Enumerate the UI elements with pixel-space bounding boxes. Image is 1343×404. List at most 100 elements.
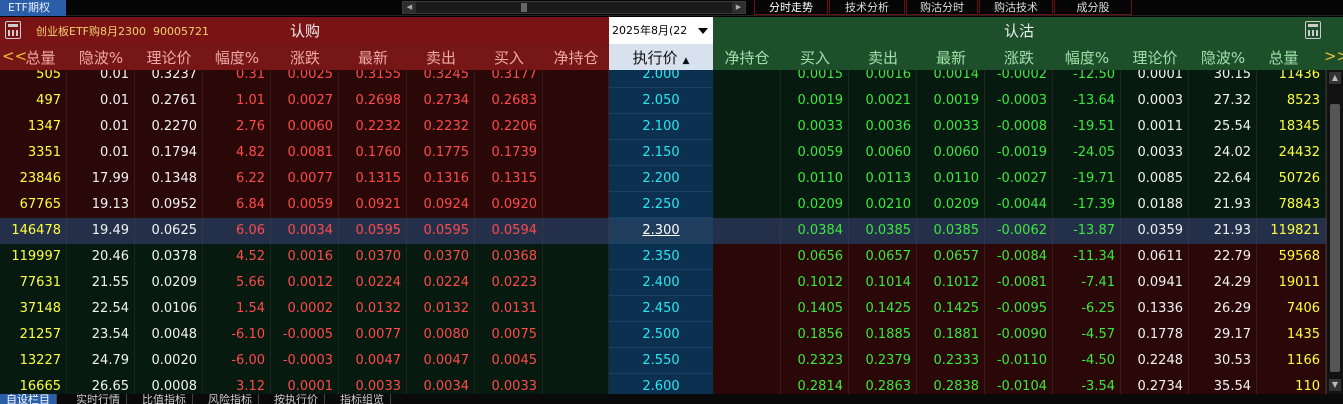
- strike-price[interactable]: 2.600: [609, 374, 713, 394]
- strike-price[interactable]: 2.450: [609, 296, 713, 322]
- strike-price[interactable]: 2.350: [609, 244, 713, 270]
- strike-price[interactable]: 2.150: [609, 140, 713, 166]
- put-cell-涨跌: -0.0019: [985, 140, 1053, 166]
- put-col-header-5[interactable]: 幅度%: [1053, 47, 1121, 68]
- call-cell-涨跌: 0.0012: [271, 270, 339, 296]
- put-col-header-8[interactable]: 总量: [1257, 47, 1310, 68]
- scroll-thumb[interactable]: [1330, 104, 1340, 372]
- call-col-header-0[interactable]: 总量: [14, 47, 67, 68]
- etf-option-tab[interactable]: ETF期权: [0, 0, 66, 16]
- call-cell-隐波%: 22.54: [67, 296, 135, 322]
- scroll-left-icon[interactable]: ◀: [403, 2, 416, 13]
- call-cell-净持仓: [543, 70, 609, 88]
- table-row[interactable]: 37148 22.54 0.0106 1.54 0.0002 0.0132 0.0132 0.…: [0, 296, 1326, 322]
- put-cell-净持仓: [713, 244, 781, 270]
- strike-price[interactable]: 2.000: [609, 70, 713, 88]
- expiry-select[interactable]: 2025年8月(22: [609, 17, 713, 44]
- bottom-tab-3[interactable]: 风险指标: [202, 394, 259, 404]
- table-row[interactable]: 23846 17.99 0.1348 6.22 0.0077 0.1315 0.1316 0.…: [0, 166, 1326, 192]
- put-col-header-2[interactable]: 卖出: [849, 47, 917, 68]
- call-col-header-4[interactable]: 涨跌: [271, 47, 339, 68]
- put-col-header-1[interactable]: 买入: [781, 47, 849, 68]
- bottom-tab-1[interactable]: 实时行情: [70, 394, 127, 404]
- bottom-tab-4[interactable]: 按执行价: [268, 394, 325, 404]
- put-cell-净持仓: [713, 88, 781, 114]
- put-cell-涨跌: -0.0027: [985, 166, 1053, 192]
- call-cell-涨跌: 0.0025: [271, 70, 339, 88]
- put-cell-理论价: 0.0188: [1121, 192, 1189, 218]
- put-col-header-7[interactable]: 隐波%: [1189, 47, 1257, 68]
- put-cell-净持仓: [713, 270, 781, 296]
- call-cell-最新: 0.0077: [339, 322, 407, 348]
- put-col-header-0[interactable]: 净持仓: [713, 47, 781, 68]
- scroll-thumb[interactable]: [521, 3, 527, 12]
- strike-price[interactable]: 2.100: [609, 114, 713, 140]
- table-row[interactable]: 1347 0.01 0.2270 2.76 0.0060 0.2232 0.2232 0.22…: [0, 114, 1326, 140]
- call-col-header-3[interactable]: 幅度%: [203, 47, 271, 68]
- bottom-tab-0[interactable]: 自设栏目: [0, 394, 57, 404]
- bottom-tab-5[interactable]: 指标组览: [334, 394, 391, 404]
- put-col-header-6[interactable]: 理论价: [1121, 47, 1189, 68]
- table-row[interactable]: 3351 0.01 0.1794 4.82 0.0081 0.1760 0.1775 0.17…: [0, 140, 1326, 166]
- table-row[interactable]: 119997 20.46 0.0378 4.52 0.0016 0.0370 0.0370 0…: [0, 244, 1326, 270]
- calculator-icon[interactable]: [1305, 21, 1321, 39]
- call-col-header-8[interactable]: 净持仓: [543, 47, 609, 68]
- call-cell-涨跌: 0.0002: [271, 296, 339, 322]
- call-cell-买入: 0.0368: [475, 244, 543, 270]
- call-cell-隐波%: 24.79: [67, 348, 135, 374]
- call-col-header-6[interactable]: 卖出: [407, 47, 475, 68]
- call-col-header-1[interactable]: 隐波%: [67, 47, 135, 68]
- table-row[interactable]: 67765 19.13 0.0952 6.84 0.0059 0.0921 0.0924 0.…: [0, 192, 1326, 218]
- put-cell-卖出: 0.0210: [849, 192, 917, 218]
- put-cell-总量: 7406: [1257, 296, 1326, 322]
- horizontal-scrollbar[interactable]: ◀ ▶: [402, 1, 746, 14]
- call-col-header-7[interactable]: 买入: [475, 47, 543, 68]
- call-cell-幅度%: 1.01: [203, 88, 271, 114]
- table-row[interactable]: 505 0.01 0.3237 0.31 0.0025 0.3155 0.3245 0.317…: [0, 70, 1326, 88]
- scroll-down-icon[interactable]: ▼: [1329, 379, 1341, 391]
- call-col-header-5[interactable]: 最新: [339, 47, 407, 68]
- strike-column-header[interactable]: 执行价 ▲: [609, 44, 713, 70]
- strike-price[interactable]: 2.400: [609, 270, 713, 296]
- strike-price[interactable]: 2.250: [609, 192, 713, 218]
- call-cell-卖出: 0.0080: [407, 322, 475, 348]
- top-tab-4[interactable]: 成分股: [1054, 0, 1132, 15]
- put-col-header-4[interactable]: 涨跌: [985, 47, 1053, 68]
- top-tab-1[interactable]: 技术分析: [829, 0, 905, 15]
- put-col-header-3[interactable]: 最新: [917, 47, 985, 68]
- table-row[interactable]: 146478 19.49 0.0625 6.06 0.0034 0.0595 0.0595 0…: [0, 218, 1326, 244]
- sort-asc-icon[interactable]: ▲: [682, 56, 689, 66]
- put-cell-卖出: 0.1425: [849, 296, 917, 322]
- top-tab-0[interactable]: 分时走势: [754, 0, 828, 15]
- calculator-icon[interactable]: [5, 21, 21, 39]
- top-tab-2[interactable]: 购沽分时: [906, 0, 978, 15]
- strike-price[interactable]: 2.550: [609, 348, 713, 374]
- bottom-tab-2[interactable]: 比值指标: [136, 394, 193, 404]
- call-cell-幅度%: -6.10: [203, 322, 271, 348]
- strike-price[interactable]: 2.300: [609, 218, 713, 244]
- scroll-right-icon[interactable]: ▶: [732, 2, 745, 13]
- strike-price[interactable]: 2.200: [609, 166, 713, 192]
- call-col-header-2[interactable]: 理论价: [135, 47, 203, 68]
- strike-price[interactable]: 2.050: [609, 88, 713, 114]
- put-cell-最新: 0.0014: [917, 70, 985, 88]
- top-tab-3[interactable]: 购沽技术: [979, 0, 1053, 15]
- put-cell-总量: 24432: [1257, 140, 1326, 166]
- put-cell-卖出: 0.1014: [849, 270, 917, 296]
- table-row[interactable]: 497 0.01 0.2761 1.01 0.0027 0.2698 0.2734 0.268…: [0, 88, 1326, 114]
- call-cell-总量: 23846: [0, 166, 67, 192]
- call-cell-净持仓: [543, 322, 609, 348]
- nav-next-icon[interactable]: >>: [1324, 47, 1343, 65]
- table-row[interactable]: 77631 21.55 0.0209 5.66 0.0012 0.0224 0.0224 0.…: [0, 270, 1326, 296]
- put-cell-隐波%: 30.53: [1189, 348, 1257, 374]
- table-row[interactable]: 21257 23.54 0.0048 -6.10 -0.0005 0.0077 0.0080…: [0, 322, 1326, 348]
- strike-price[interactable]: 2.500: [609, 322, 713, 348]
- put-cell-净持仓: [713, 218, 781, 244]
- table-row[interactable]: 16665 26.65 0.0008 3.12 0.0001 0.0033 0.0034 0.…: [0, 374, 1326, 394]
- scroll-up-icon[interactable]: ▲: [1329, 72, 1341, 84]
- vertical-scrollbar[interactable]: ▲ ▼: [1326, 70, 1343, 394]
- put-cell-买入: 0.0384: [781, 218, 849, 244]
- table-row[interactable]: 13227 24.79 0.0020 -6.00 -0.0003 0.0047 0.0047…: [0, 348, 1326, 374]
- call-cell-最新: 0.3155: [339, 70, 407, 88]
- chevron-down-icon[interactable]: [698, 28, 708, 34]
